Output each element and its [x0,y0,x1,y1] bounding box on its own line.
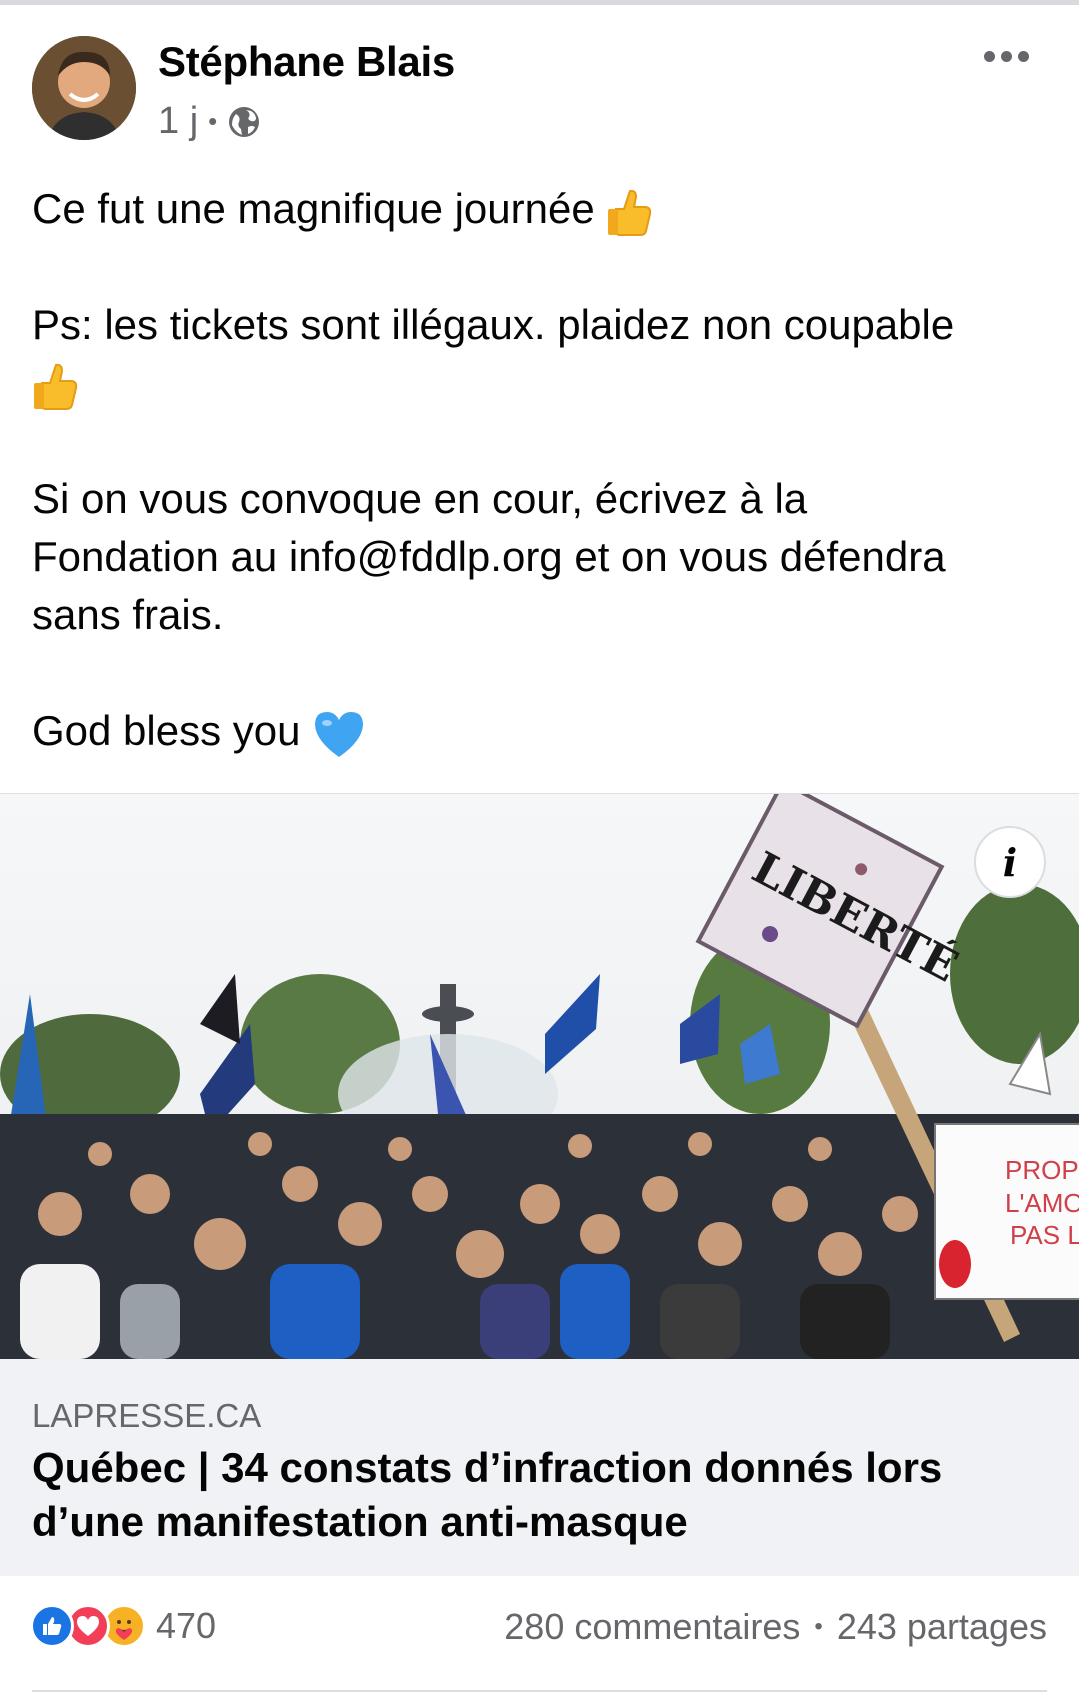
reaction-count: 470 [156,1605,217,1646]
post-line-4: God bless you [32,707,301,754]
post-line-2: Ps: les tickets sont illégaux. plaidez n… [32,301,955,348]
post-line: Ps: les tickets sont illégaux. plaidez n… [32,296,1052,354]
more-options-icon[interactable] [984,44,1032,68]
post-line-3c: sans frais. [32,591,224,638]
bottom-divider [32,1690,1047,1692]
sign2-line-2: L'AMO [1005,1188,1079,1218]
info-icon[interactable]: i [974,826,1046,898]
globe-icon [229,106,260,137]
stats-separator: • [814,1613,823,1640]
post-line: God bless you [32,702,1052,760]
comments-count[interactable]: 280 commentaires [504,1606,800,1648]
link-preview-card[interactable]: LIBERTÉ PROP L'AMO PAS L i LAPRESSE.CA Q… [0,793,1079,1576]
post-line-3a: Si on vous convoque en cour, écrivez à l… [32,475,808,522]
post-time[interactable]: 1 j [158,100,198,143]
meta-separator: • [208,106,218,136]
link-preview-meta[interactable]: LAPRESSE.CA Québec | 34 constats d’infra… [0,1359,1079,1576]
sign2-line-1: PROP [1005,1155,1079,1185]
post-line: sans frais. [32,586,1052,644]
top-divider [0,0,1079,5]
avatar[interactable] [32,36,136,140]
thumbs-up-emoji-icon [34,363,78,410]
sign2-line-3: PAS L [1010,1220,1079,1250]
author-name[interactable]: Stéphane Blais [158,38,455,86]
post-meta: 1 j • [158,100,261,143]
link-title[interactable]: Québec | 34 constats d’infraction donnés… [32,1441,1042,1549]
post-line: Si on vous convoque en cour, écrivez à l… [32,470,1052,528]
blue-heart-emoji-icon [315,711,364,757]
thumbs-up-emoji-icon [608,189,652,236]
post-line: Fondation au info@fddlp.org et on vous d… [32,528,1052,586]
like-reaction-icon [30,1604,74,1648]
post-line-1: Ce fut une magnifique journée [32,185,595,232]
shares-count[interactable]: 243 partages [837,1606,1047,1648]
engagement-stats: 280 commentaires • 243 partages [504,1606,1047,1648]
post-text: Ce fut une magnifique journée Ps: les ti… [32,180,1052,760]
post-line-3b: Fondation au info@fddlp.org et on vous d… [32,533,946,580]
reactions-summary[interactable]: 470 [30,1604,216,1648]
post-line [32,354,1052,412]
post-line: Ce fut une magnifique journée [32,180,1052,238]
link-domain: LAPRESSE.CA [32,1397,262,1434]
link-preview-image[interactable]: LIBERTÉ PROP L'AMO PAS L i [0,794,1079,1359]
